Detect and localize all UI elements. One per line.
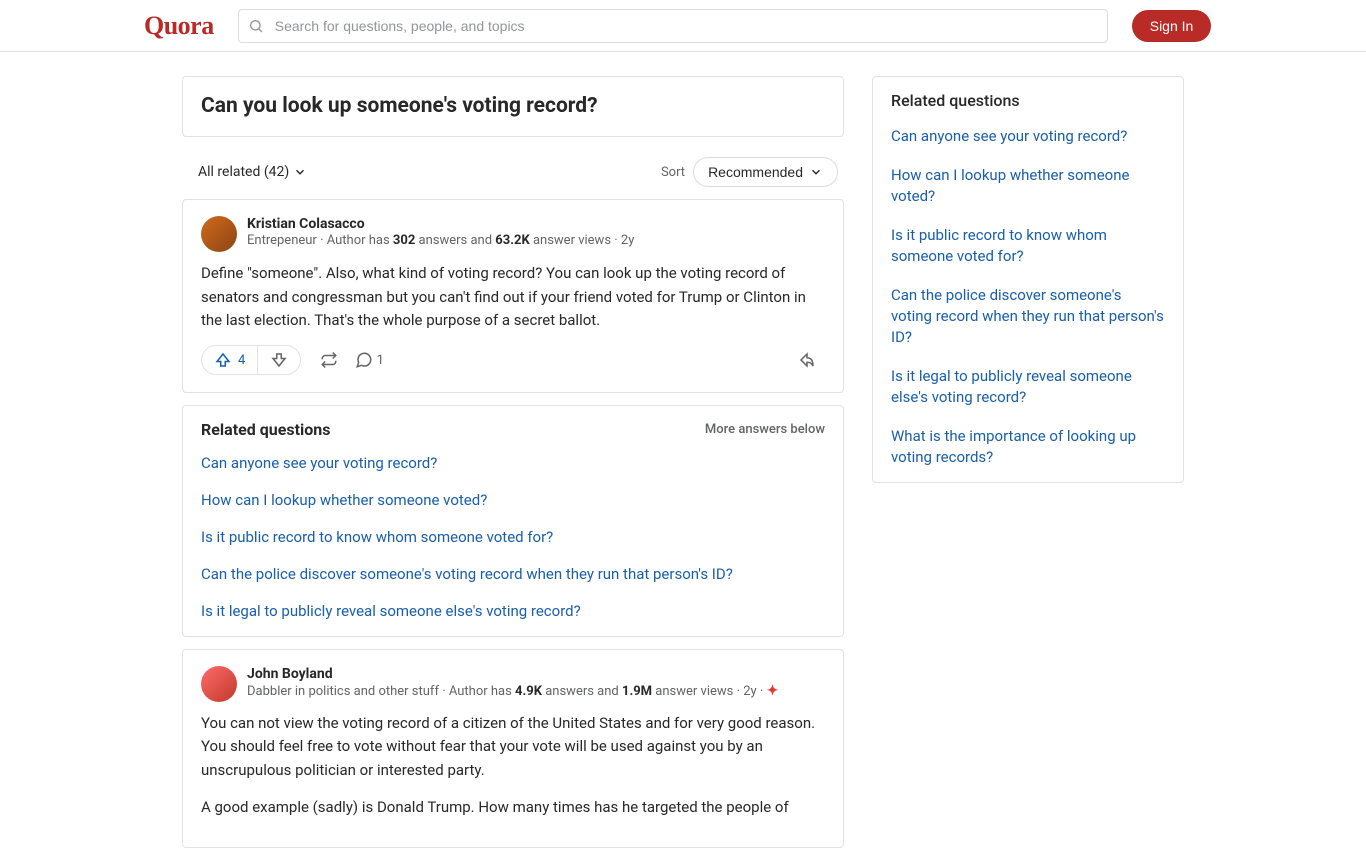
sort-value: Recommended [708,164,803,180]
upvote-count: 4 [238,353,245,368]
answer-card: John Boyland Dabbler in politics and oth… [182,649,844,848]
action-bar: 4 1 [201,344,825,376]
related-list: Can anyone see your voting record? How c… [201,453,825,622]
upvote-button[interactable]: 4 [202,346,258,374]
related-inline-card: Related questions More answers below Can… [182,405,844,637]
sort-button[interactable]: Recommended [693,157,838,187]
chevron-down-icon [293,165,307,179]
share-icon [798,351,816,369]
container: Can you look up someone's voting record?… [182,52,1184,860]
author-name[interactable]: John Boyland [247,666,825,682]
share-button[interactable] [789,344,825,376]
comment-button[interactable]: 1 [351,344,387,376]
related-link[interactable]: How can I lookup whether someone voted? [201,490,825,511]
related-title: Related questions [201,420,330,439]
author-info: Kristian Colasacco Entrepeneur · Author … [247,216,825,252]
sidebar-link[interactable]: Can the police discover someone's voting… [891,285,1165,348]
search-input[interactable] [238,9,1108,43]
search-icon [248,18,264,34]
chevron-down-icon [809,165,823,179]
vote-pill: 4 [201,345,301,375]
sidebar-link[interactable]: Is it public record to know whom someone… [891,225,1165,267]
related-link[interactable]: Can the police discover someone's voting… [201,564,825,585]
main-column: Can you look up someone's voting record?… [182,76,844,860]
downvote-icon [270,351,288,369]
sort-wrap: Sort Recommended [661,157,838,187]
avatar[interactable] [201,216,237,252]
author-name[interactable]: Kristian Colasacco [247,216,825,232]
repost-button[interactable] [311,344,347,376]
more-answers-link[interactable]: More answers below [705,422,825,437]
author-meta: Dabbler in politics and other stuff · Au… [247,683,825,699]
repost-icon [320,351,338,369]
sidebar-link[interactable]: Can anyone see your voting record? [891,126,1165,147]
related-link[interactable]: Is it public record to know whom someone… [201,527,825,548]
sidebar-list: Can anyone see your voting record? How c… [891,126,1165,468]
upvote-icon [214,351,232,369]
sort-label: Sort [661,165,685,180]
filter-dropdown[interactable]: All related (42) [188,160,317,184]
author-info: John Boyland Dabbler in politics and oth… [247,666,825,702]
filter-bar: All related (42) Sort Recommended [182,149,844,199]
comment-icon [355,351,373,369]
side-column: Related questions Can anyone see your vo… [872,76,1184,495]
filter-label: All related (42) [198,164,289,180]
related-header: Related questions More answers below [201,420,825,439]
answer-body: You can not view the voting record of a … [201,712,825,819]
author-row: Kristian Colasacco Entrepeneur · Author … [201,216,825,252]
question-card: Can you look up someone's voting record? [182,76,844,137]
answer-body: Define "someone". Also, what kind of vot… [201,262,825,332]
plus-badge-icon: ✦ [767,683,779,699]
sidebar-link[interactable]: What is the importance of looking up vot… [891,426,1165,468]
search-wrap [238,9,1108,43]
sidebar-link[interactable]: How can I lookup whether someone voted? [891,165,1165,207]
signin-button[interactable]: Sign In [1132,10,1212,42]
comment-count: 1 [377,353,384,368]
sidebar-related-card: Related questions Can anyone see your vo… [872,76,1184,483]
avatar[interactable] [201,666,237,702]
related-link[interactable]: Is it legal to publicly reveal someone e… [201,601,825,622]
logo[interactable]: Quora [24,11,214,41]
sidebar-link[interactable]: Is it legal to publicly reveal someone e… [891,366,1165,408]
author-row: John Boyland Dabbler in politics and oth… [201,666,825,702]
sidebar-title: Related questions [891,91,1165,110]
author-meta: Entrepeneur · Author has 302 answers and… [247,233,825,248]
answer-card: Kristian Colasacco Entrepeneur · Author … [182,199,844,393]
downvote-button[interactable] [258,346,300,374]
question-title: Can you look up someone's voting record? [201,93,825,120]
header: Quora Sign In [0,0,1366,52]
related-link[interactable]: Can anyone see your voting record? [201,453,825,474]
